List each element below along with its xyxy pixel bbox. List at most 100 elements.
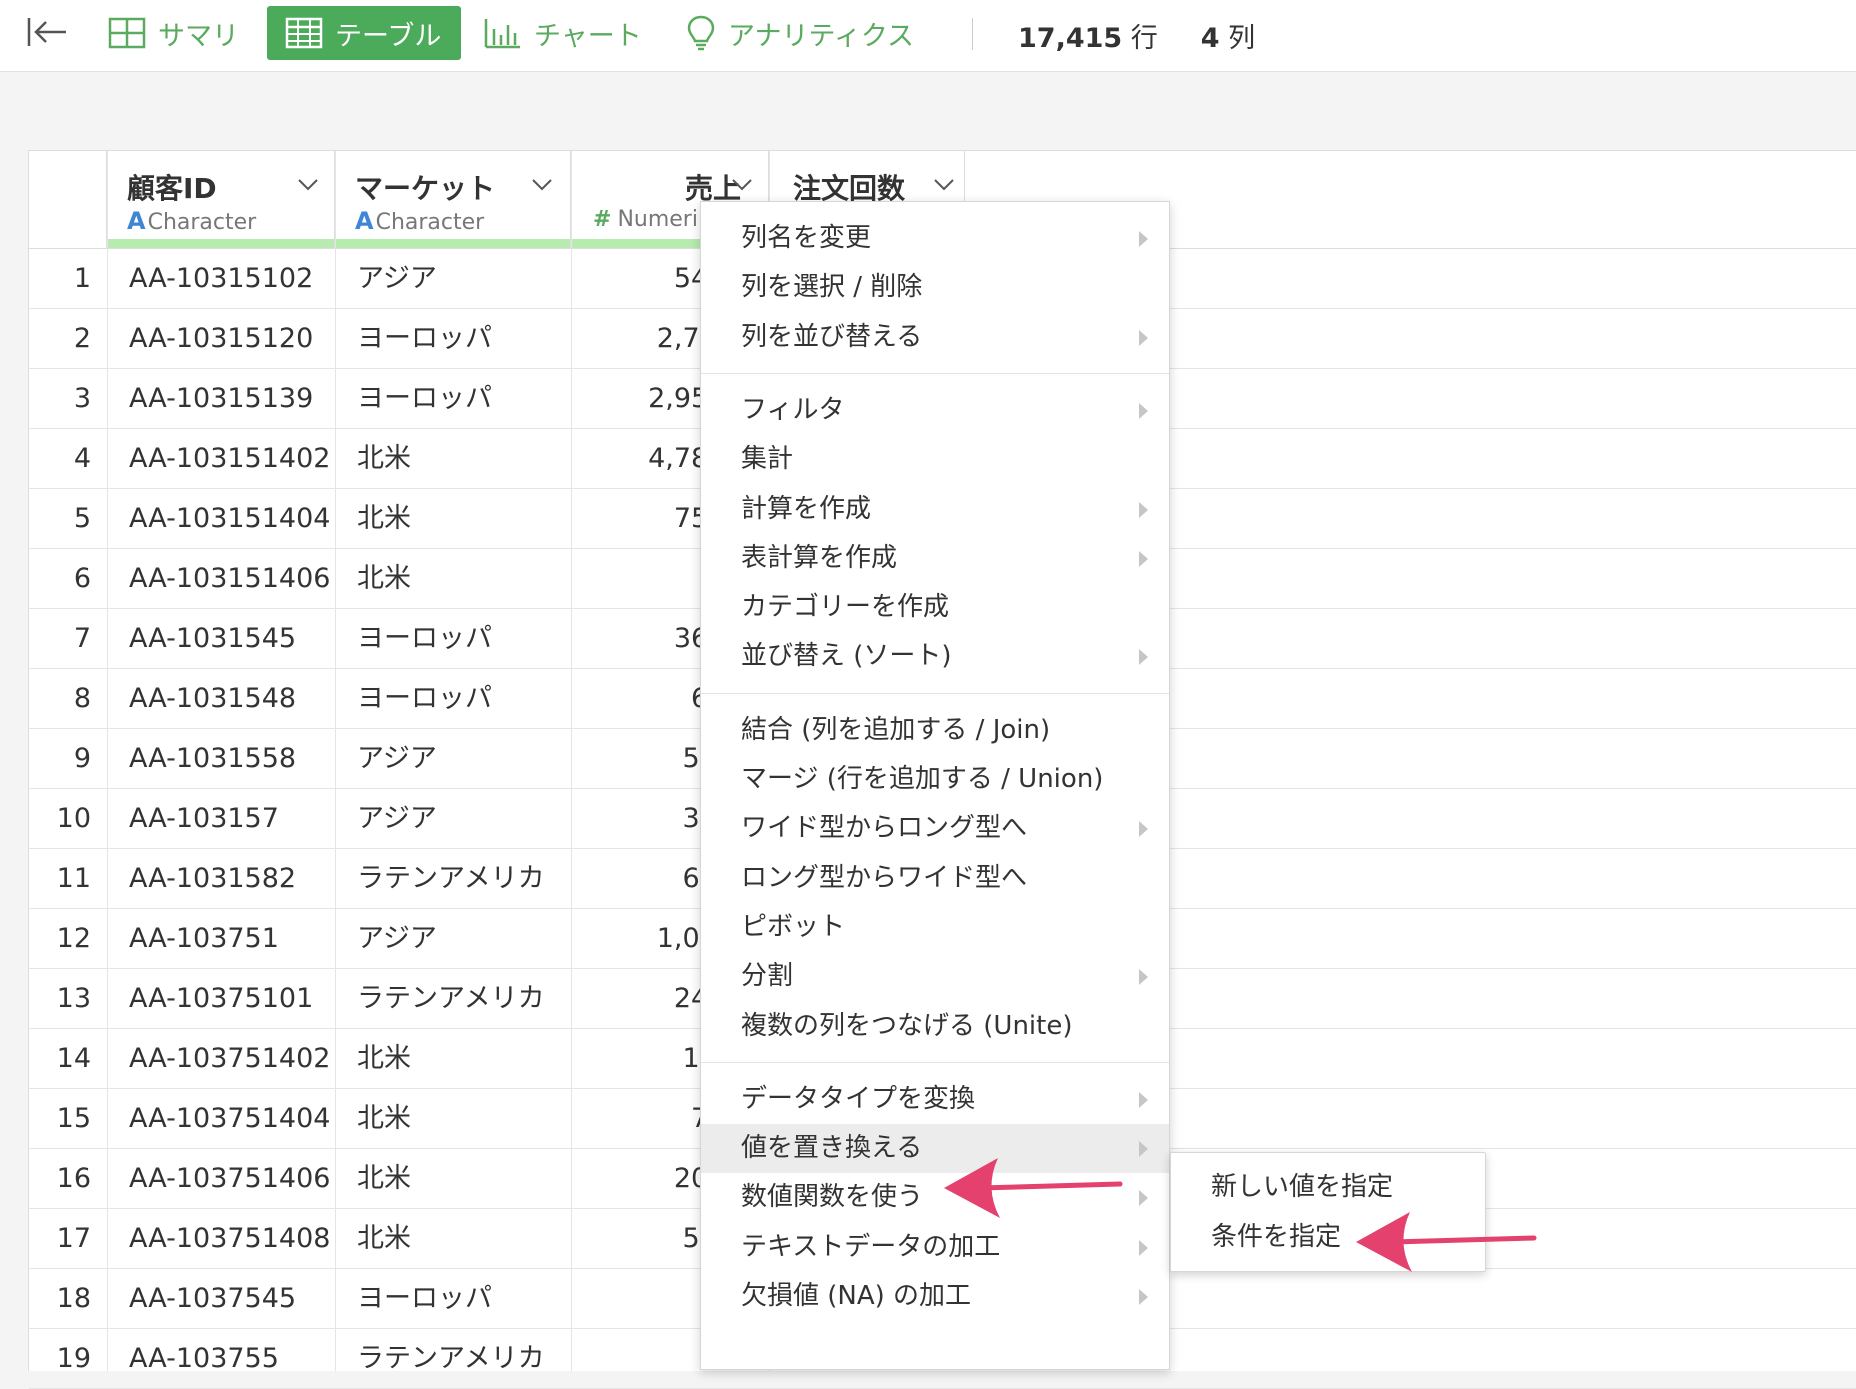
menu-item[interactable]: 計算を作成 bbox=[701, 485, 1169, 534]
cell-customer-id: AA-1031582 bbox=[129, 863, 297, 894]
menu-item[interactable]: 結合 (列を追加する / Join) bbox=[701, 706, 1169, 755]
chevron-down-icon[interactable] bbox=[731, 177, 753, 193]
chevron-down-icon[interactable] bbox=[531, 177, 553, 193]
tab-label: サマリ bbox=[158, 20, 239, 52]
menu-divider bbox=[701, 372, 1169, 374]
submenu-caret-icon bbox=[1139, 550, 1148, 567]
lightbulb-icon bbox=[687, 15, 715, 51]
submenu-caret-icon bbox=[1139, 402, 1148, 419]
cell-market: ヨーロッパ bbox=[357, 623, 492, 654]
menu-item[interactable]: マージ (行を追加する / Union) bbox=[701, 755, 1169, 804]
cell-market: ヨーロッパ bbox=[357, 1283, 492, 1314]
cell-market: 北米 bbox=[357, 563, 411, 594]
submenu-caret-icon bbox=[1139, 501, 1148, 518]
column-type: ACharacter bbox=[355, 207, 484, 235]
row-number: 3 bbox=[73, 383, 91, 414]
menu-item-label: データタイプを変換 bbox=[741, 1083, 976, 1114]
tab-analytics[interactable]: アナリティクス bbox=[686, 6, 914, 60]
cell-customer-id: AA-1037545 bbox=[129, 1283, 297, 1314]
menu-item[interactable]: ワイド型からロング型へ bbox=[701, 804, 1169, 853]
menu-item-label: 数値関数を使う bbox=[741, 1182, 924, 1213]
cell-market: ヨーロッパ bbox=[357, 383, 492, 414]
menu-item[interactable]: カテゴリーを作成 bbox=[701, 583, 1169, 632]
menu-item-label: 列を選択 / 削除 bbox=[741, 272, 923, 303]
cell-customer-id: AA-103751402 bbox=[129, 1043, 329, 1074]
menu-item-label: 結合 (列を追加する / Join) bbox=[741, 714, 1051, 745]
tab-label: チャート bbox=[534, 20, 642, 52]
tab-summary[interactable]: サマリ bbox=[108, 6, 239, 60]
menu-item[interactable]: 列を並び替える bbox=[701, 313, 1169, 362]
row-number: 1 bbox=[73, 263, 91, 294]
chevron-down-icon[interactable] bbox=[297, 177, 319, 193]
menu-item-label: 列を並び替える bbox=[741, 321, 923, 352]
menu-item[interactable]: 列名を変更 bbox=[701, 214, 1169, 263]
column-type-label: Character bbox=[375, 210, 485, 235]
menu-item[interactable]: テキストデータの加工 bbox=[701, 1223, 1169, 1272]
cell-customer-id: AA-103751406 bbox=[129, 1163, 329, 1194]
menu-item-label: 表計算を作成 bbox=[741, 542, 898, 573]
toolbar-divider bbox=[972, 18, 973, 50]
row-number: 5 bbox=[73, 503, 91, 534]
collapse-left-icon[interactable] bbox=[26, 14, 70, 50]
cell-customer-id: AA-10315102 bbox=[129, 263, 314, 294]
row-number: 18 bbox=[56, 1283, 91, 1314]
tab-table[interactable]: テーブル bbox=[267, 6, 462, 60]
menu-item[interactable]: 複数の列をつなげる (Unite) bbox=[701, 1002, 1169, 1051]
menu-item[interactable]: 並び替え (ソート) bbox=[701, 632, 1169, 681]
menu-item[interactable]: 集計 bbox=[701, 435, 1169, 484]
tab-chart[interactable]: チャート bbox=[484, 6, 642, 60]
cell-market: 北米 bbox=[357, 443, 411, 474]
cell-market: アジア bbox=[357, 923, 437, 954]
menu-item-label: 並び替え (ソート) bbox=[741, 641, 952, 672]
cell-market: 北米 bbox=[357, 503, 411, 534]
cell-market: 北米 bbox=[357, 1163, 411, 1194]
menu-divider bbox=[701, 692, 1169, 694]
submenu-item-label: 条件を指定 bbox=[1211, 1222, 1342, 1252]
column-name: 顧客ID bbox=[127, 172, 217, 205]
tab-label: アナリティクス bbox=[728, 20, 915, 52]
cell-market: アジア bbox=[357, 803, 437, 834]
row-number: 7 bbox=[73, 623, 91, 654]
menu-item[interactable]: ピボット bbox=[701, 903, 1169, 952]
cell-customer-id: AA-103151402 bbox=[129, 443, 329, 474]
menu-item-label: ロング型からワイド型へ bbox=[741, 862, 1028, 893]
submenu-caret-icon bbox=[1139, 1239, 1148, 1256]
menu-item[interactable]: 欠損値 (NA) の加工 bbox=[701, 1272, 1169, 1321]
submenu-caret-icon bbox=[1139, 1091, 1148, 1108]
cell-market: ラテンアメリカ bbox=[357, 863, 545, 894]
cell-customer-id: AA-103751404 bbox=[129, 1103, 329, 1134]
menu-item-label: ピボット bbox=[741, 911, 846, 942]
column-quality-bar bbox=[335, 239, 570, 248]
menu-item-label: テキストデータの加工 bbox=[741, 1231, 1001, 1262]
menu-item-label: 欠損値 (NA) の加工 bbox=[741, 1281, 972, 1311]
cell-market: 北米 bbox=[357, 1043, 411, 1074]
bar-chart-icon bbox=[484, 19, 520, 49]
column-header-market[interactable]: マーケット ACharacter bbox=[335, 151, 571, 248]
menu-item-label: 複数の列をつなげる (Unite) bbox=[741, 1010, 1073, 1041]
cell-customer-id: AA-103755 bbox=[129, 1343, 279, 1374]
top-toolbar: サマリ テーブル チャート アナリティクス 17,415 行 4 列 bbox=[0, 0, 1856, 72]
cell-customer-id: AA-103751 bbox=[129, 923, 279, 954]
submenu-caret-icon bbox=[1139, 329, 1148, 346]
column-name: マーケット bbox=[355, 172, 496, 205]
menu-item[interactable]: ロング型からワイド型へ bbox=[701, 854, 1169, 903]
cell-customer-id: AA-103151406 bbox=[129, 563, 329, 594]
row-number: 9 bbox=[73, 743, 91, 774]
menu-item[interactable]: 列を選択 / 削除 bbox=[701, 263, 1169, 312]
menu-item-label: 値を置き換える bbox=[741, 1133, 923, 1164]
submenu-caret-icon bbox=[1139, 649, 1148, 666]
character-type-icon: A bbox=[355, 207, 374, 235]
cell-market: ラテンアメリカ bbox=[357, 1343, 545, 1374]
annotation-arrow-icon bbox=[944, 1158, 1123, 1218]
menu-item[interactable]: フィルタ bbox=[701, 386, 1169, 435]
row-number: 17 bbox=[56, 1223, 91, 1254]
cell-customer-id: AA-103151404 bbox=[129, 503, 329, 534]
submenu-caret-icon bbox=[1139, 1289, 1148, 1305]
chevron-down-icon[interactable] bbox=[933, 177, 955, 193]
menu-item[interactable]: 表計算を作成 bbox=[701, 534, 1169, 583]
menu-item[interactable]: 分割 bbox=[701, 952, 1169, 1001]
column-quality-bar bbox=[107, 239, 334, 248]
row-col-count: 17,415 行 4 列 bbox=[1018, 16, 1255, 55]
column-header-customer-id[interactable]: 顧客ID ACharacter bbox=[107, 151, 335, 248]
menu-item[interactable]: データタイプを変換 bbox=[701, 1075, 1169, 1124]
